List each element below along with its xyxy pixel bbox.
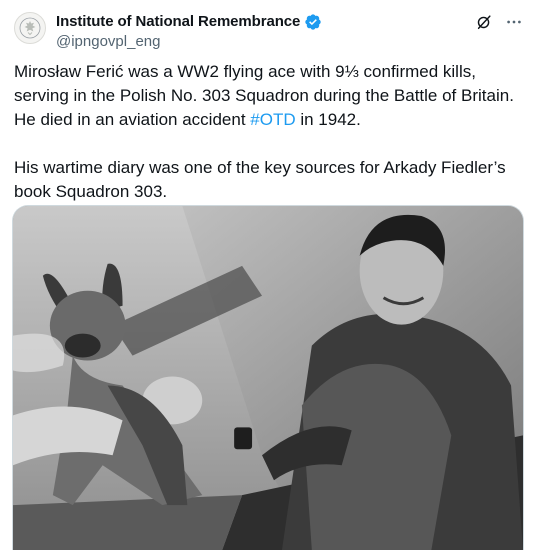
tweet-paragraph-2: His wartime diary was one of the key sou… [14, 158, 506, 201]
name-row: Institute of National Remembrance [56, 12, 322, 32]
tweet-paragraph-1: Mirosław Ferić was a WW2 flying ace with… [14, 60, 526, 132]
grok-icon[interactable] [474, 12, 494, 32]
display-name[interactable]: Institute of National Remembrance [56, 12, 300, 32]
paragraph-1-end: in 1942. [295, 110, 361, 129]
hashtag-link[interactable]: #OTD [250, 110, 295, 129]
verified-badge-icon [305, 14, 321, 30]
tweet: Institute of National Remembrance @ipngo… [0, 0, 538, 550]
tweet-photo[interactable] [12, 205, 524, 550]
top-actions [474, 12, 524, 32]
author-block: Institute of National Remembrance @ipngo… [56, 12, 322, 52]
more-icon[interactable] [504, 12, 524, 32]
eagle-crest-icon [19, 17, 41, 39]
avatar[interactable] [14, 12, 46, 44]
photo-illustration [13, 206, 523, 550]
handle[interactable]: @ipngovpl_eng [56, 32, 322, 52]
tweet-text: Mirosław Ferić was a WW2 flying ace with… [14, 60, 526, 204]
